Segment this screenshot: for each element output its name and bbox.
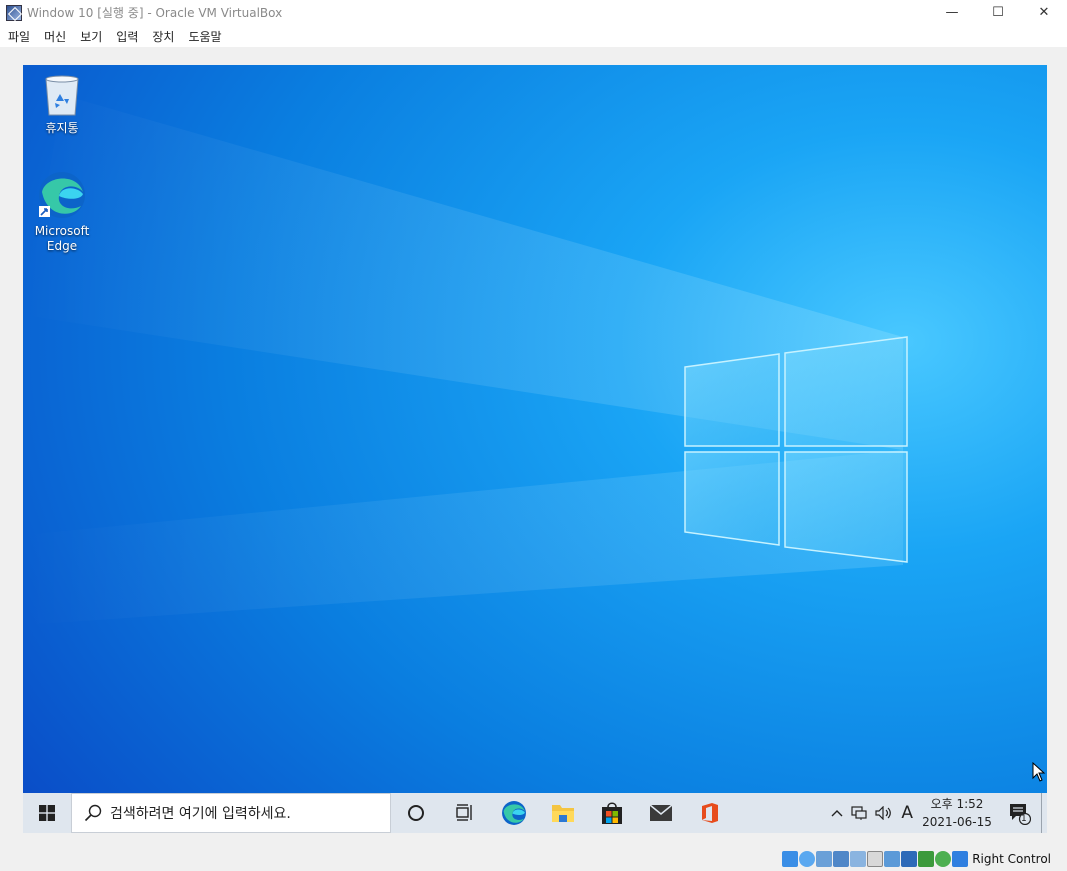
- menu-input[interactable]: 입력: [111, 28, 143, 45]
- minimize-button[interactable]: —: [929, 0, 975, 25]
- volume-button[interactable]: [871, 793, 897, 833]
- edge-icon: [501, 801, 526, 825]
- store-icon: [601, 802, 622, 824]
- mouse-integration-icon[interactable]: [952, 851, 969, 867]
- tray-overflow-button[interactable]: [827, 793, 847, 833]
- window-titlebar[interactable]: Window 10 [실행 중] - Oracle VM VirtualBox …: [0, 0, 1067, 25]
- menu-view[interactable]: 보기: [75, 28, 107, 45]
- menu-machine[interactable]: 머신: [39, 28, 71, 45]
- taskbar-edge-button[interactable]: [489, 793, 538, 833]
- mouse-cursor-icon: [1032, 762, 1046, 782]
- menu-help[interactable]: 도움말: [183, 28, 226, 45]
- guest-screen[interactable]: 휴지통 Microsoft Edge 검색하려면 여기에 입력하세요. A 오후…: [23, 65, 1047, 833]
- menu-devices[interactable]: 장치: [147, 28, 179, 45]
- clock-time: 오후 1:52: [930, 797, 984, 811]
- taskbar-file-explorer-button[interactable]: [538, 793, 587, 833]
- menu-bar: 파일 머신 보기 입력 장치 도움말: [0, 25, 1067, 47]
- desktop-icon-label: Microsoft Edge: [34, 224, 90, 253]
- desktop-wallpaper: [23, 65, 1047, 833]
- close-button[interactable]: ✕: [1021, 0, 1067, 25]
- show-desktop-button[interactable]: [1041, 793, 1047, 833]
- windows-start-icon: [39, 805, 55, 821]
- shared-folders-icon[interactable]: [867, 851, 884, 867]
- window-title: Window 10 [실행 중] - Oracle VM VirtualBox: [27, 6, 283, 20]
- taskbar-mail-button[interactable]: [636, 793, 685, 833]
- cortana-button[interactable]: [391, 793, 440, 833]
- taskbar-office-button[interactable]: [685, 793, 734, 833]
- network-icon: [851, 806, 867, 820]
- chevron-up-icon: [831, 810, 843, 817]
- cortana-icon: [407, 805, 424, 821]
- file-explorer-icon: [551, 805, 574, 822]
- virtualization-icon[interactable]: [935, 851, 952, 867]
- notification-icon: [1010, 804, 1031, 825]
- display-icon[interactable]: [884, 851, 901, 867]
- clock-date: 2021-06-15: [922, 815, 992, 829]
- system-tray: A 오후 1:52 2021-06-15 1: [827, 793, 1047, 833]
- task-view-button[interactable]: [440, 793, 489, 833]
- host-key-label: Right Control: [972, 852, 1051, 866]
- menu-file[interactable]: 파일: [3, 28, 35, 45]
- mail-icon: [649, 804, 672, 821]
- network-button[interactable]: [847, 793, 871, 833]
- desktop-icon-recycle-bin[interactable]: 휴지통: [30, 73, 94, 136]
- window-controls: — ☐ ✕: [929, 0, 1067, 25]
- task-view-icon: [455, 804, 472, 821]
- desktop-icon-edge[interactable]: Microsoft Edge: [30, 170, 94, 254]
- video-capture-icon[interactable]: [901, 851, 918, 867]
- hard-disk-icon[interactable]: [782, 851, 799, 867]
- usb-icon[interactable]: [850, 851, 867, 867]
- notification-count-badge: 1: [1021, 814, 1027, 824]
- desktop-icon-label: 휴지통: [45, 121, 79, 135]
- taskbar-search-box[interactable]: 검색하려면 여기에 입력하세요.: [71, 793, 391, 833]
- taskbar-store-button[interactable]: [587, 793, 636, 833]
- taskbar: 검색하려면 여기에 입력하세요. A 오후 1:52 2021-06-15 1: [23, 793, 1047, 833]
- office-icon: [701, 803, 718, 823]
- start-button[interactable]: [23, 793, 71, 833]
- search-placeholder: 검색하려면 여기에 입력하세요.: [110, 806, 291, 822]
- taskbar-clock[interactable]: 오후 1:52 2021-06-15: [917, 793, 997, 833]
- virtualbox-icon: [6, 4, 22, 21]
- edge-icon: [39, 172, 85, 218]
- recycle-bin-icon: [45, 75, 79, 116]
- audio-icon[interactable]: [816, 851, 833, 867]
- network-adapter-icon[interactable]: [833, 851, 850, 867]
- maximize-button[interactable]: ☐: [975, 0, 1021, 25]
- cpu-icon[interactable]: [918, 851, 935, 867]
- search-icon: [84, 804, 102, 822]
- action-center-button[interactable]: 1: [997, 793, 1041, 833]
- input-indicator[interactable]: A: [897, 793, 917, 833]
- virtualbox-statusbar: Right Control: [0, 847, 1067, 871]
- speaker-icon: [875, 806, 892, 820]
- optical-drive-icon[interactable]: [799, 851, 816, 867]
